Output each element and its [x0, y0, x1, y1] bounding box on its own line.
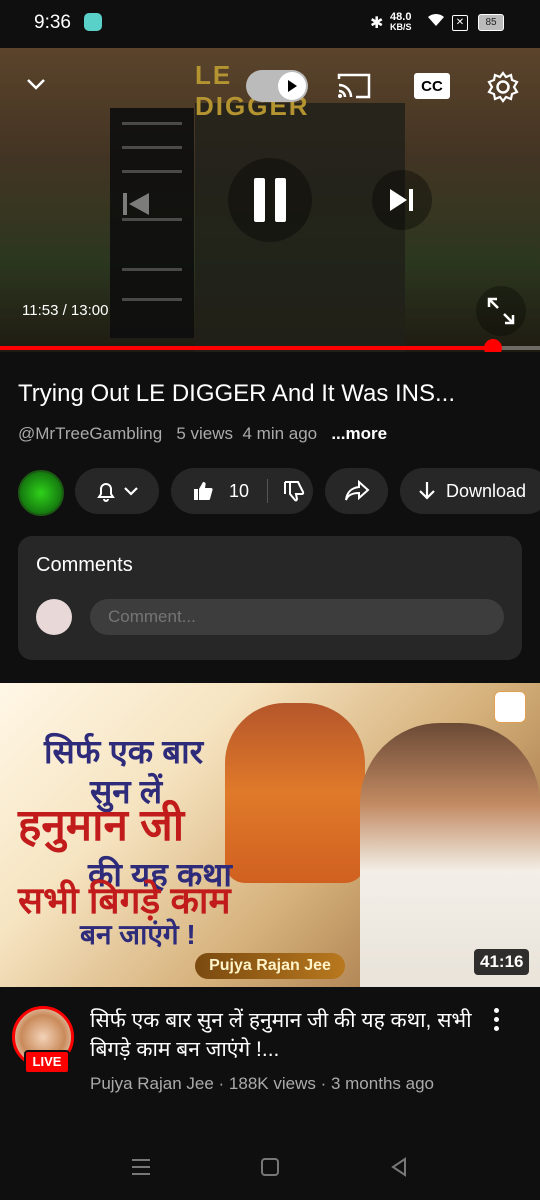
notification-app-icon — [84, 13, 102, 31]
like-dislike-group: 10 — [171, 468, 313, 514]
net-speed: 48.0 KB/S — [390, 11, 412, 33]
autoplay-toggle[interactable] — [246, 70, 308, 102]
upload-age: 4 min ago — [242, 424, 318, 443]
battery-icon: 85 — [478, 14, 504, 31]
video-player[interactable]: LE DIGGER CC 11:53 / 13:00 — [0, 48, 540, 352]
dislike-button[interactable] — [268, 479, 306, 503]
captions-button[interactable]: CC — [414, 73, 450, 99]
channel-avatar[interactable] — [18, 470, 64, 516]
next-upload-age: 3 months ago — [330, 1074, 434, 1093]
channel-handle[interactable]: @MrTreeGambling — [18, 424, 162, 443]
next-video-thumbnail[interactable]: सिर्फ एक बार सुन लें हनुमान जी की यह कथा… — [0, 683, 540, 987]
thumbnail-text-line6: बन जाएंगे ! — [80, 919, 196, 950]
fullscreen-expand-icon[interactable] — [476, 286, 526, 336]
video-title[interactable]: Trying Out LE DIGGER And It Was INS... — [18, 380, 523, 408]
cast-icon[interactable] — [334, 68, 374, 104]
share-button[interactable] — [325, 468, 388, 514]
settings-gear-icon[interactable] — [484, 68, 522, 106]
next-view-count: 188K views — [228, 1074, 316, 1093]
live-badge: LIVE — [24, 1050, 70, 1074]
playback-time: 11:53 / 13:00 — [22, 302, 109, 319]
thumbs-down-icon — [284, 481, 305, 502]
minimize-chevron-icon[interactable] — [20, 68, 52, 100]
next-video-title[interactable]: सिर्फ एक बार सुन लें हनुमान जी की यह कथा… — [90, 1006, 480, 1064]
next-channel-name: Pujya Rajan Jee — [90, 1074, 214, 1093]
more-options-icon[interactable] — [484, 1008, 508, 1038]
net-speed-unit: KB/S — [390, 22, 412, 32]
thumbnail-text-line3: हनुमान जी — [18, 801, 185, 850]
home-icon[interactable] — [253, 1150, 287, 1184]
user-avatar — [36, 599, 72, 635]
recents-icon[interactable] — [124, 1150, 158, 1184]
thumbnail-speaker-figure — [360, 723, 540, 987]
comments-header: Comments — [36, 554, 133, 576]
chevron-down-icon — [124, 487, 138, 496]
like-count: 10 — [229, 480, 250, 501]
thumbs-up-icon — [194, 482, 213, 500]
video-meta[interactable]: @MrTreeGambling 5 views 4 min ago ...mor… — [18, 424, 387, 444]
autoplay-play-icon — [278, 72, 306, 100]
progress-scrubber-handle[interactable] — [484, 339, 503, 352]
no-sim-icon: ✕ — [452, 15, 468, 31]
pause-button[interactable] — [228, 158, 312, 242]
subscribe-bell-button[interactable] — [75, 468, 159, 514]
net-speed-value: 48.0 — [390, 11, 412, 23]
channel-logo-watermark — [494, 691, 526, 723]
download-label: Download — [446, 480, 527, 501]
download-button[interactable]: Download — [400, 468, 540, 514]
back-icon[interactable] — [382, 1150, 416, 1184]
wifi-icon — [426, 12, 446, 33]
next-video-meta: Pujya Rajan Jee · 188K views · 3 months … — [90, 1074, 434, 1093]
bluetooth-icon: ✱ — [370, 15, 384, 32]
thumbnail-deity-figure — [225, 703, 365, 883]
thumbnail-text-line1: सिर्फ एक बार — [44, 733, 204, 770]
more-link[interactable]: ...more — [331, 424, 387, 443]
previous-video-icon — [108, 176, 164, 232]
thumbnail-name-badge: Pujya Rajan Jee — [195, 953, 345, 979]
system-nav-bar — [0, 1140, 540, 1200]
comments-panel[interactable]: Comments — [18, 536, 522, 660]
progress-bar[interactable] — [0, 339, 540, 352]
comment-input[interactable] — [90, 599, 504, 635]
like-button[interactable]: 10 — [171, 479, 249, 503]
next-video-button[interactable] — [372, 170, 432, 230]
progress-bar-fill — [0, 346, 494, 350]
video-duration: 41:16 — [474, 949, 530, 975]
status-time: 9:36 — [34, 12, 71, 33]
share-icon — [344, 479, 370, 501]
download-arrow-icon — [419, 482, 435, 500]
status-bar: 9:36 ✱ 48.0 KB/S ✕ 85 — [0, 0, 540, 48]
bell-icon — [97, 483, 115, 502]
view-count: 5 views — [176, 424, 234, 443]
